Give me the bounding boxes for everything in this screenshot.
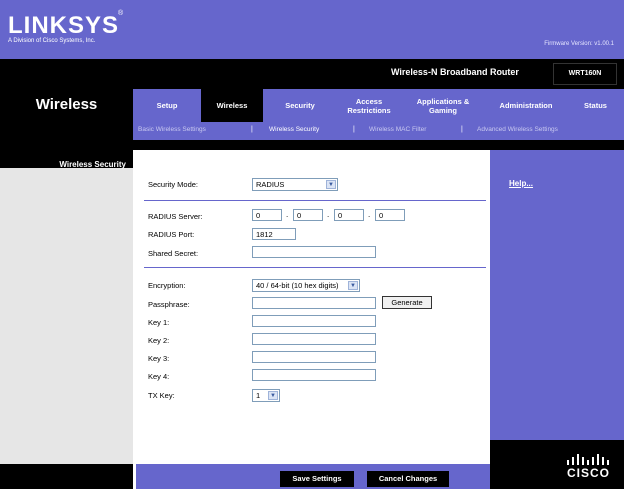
divider: [144, 267, 486, 268]
security-mode-label: Security Mode:: [148, 180, 199, 189]
security-mode-select[interactable]: RADIUS ▼: [252, 178, 338, 191]
passphrase-label: Passphrase:: [148, 300, 190, 309]
tab-label: Security: [285, 101, 315, 110]
radius-ip-octet-3[interactable]: 0: [334, 209, 364, 221]
logo-tagline: A Division of Cisco Systems, Inc.: [8, 38, 96, 44]
radius-port-input[interactable]: 1812: [252, 228, 296, 240]
tab-wireless[interactable]: Wireless: [201, 89, 263, 122]
subtab-separator: |: [461, 126, 463, 133]
subtab-wireless-security[interactable]: Wireless Security: [269, 126, 319, 133]
settings-form: Security Mode: RADIUS ▼ RADIUS Server: 0…: [136, 150, 490, 464]
radius-ip-octet-1[interactable]: 0: [252, 209, 282, 221]
left-panel: [0, 168, 133, 464]
security-mode-value: RADIUS: [256, 180, 285, 189]
sub-tabs: Basic Wireless Settings | Wireless Secur…: [133, 122, 624, 140]
radius-ip-octet-2[interactable]: 0: [293, 209, 323, 221]
radius-port-label: RADIUS Port:: [148, 230, 195, 239]
tab-label: Access Restrictions: [347, 96, 391, 115]
key1-input[interactable]: [252, 315, 376, 327]
firmware-version: Firmware Version: v1.00.1: [544, 41, 614, 47]
tab-access-restrictions[interactable]: Access Restrictions: [337, 89, 401, 122]
key4-input[interactable]: [252, 369, 376, 381]
section-title: Wireless Security: [59, 160, 126, 169]
cancel-changes-button[interactable]: Cancel Changes: [367, 471, 449, 487]
model-badge: WRT160N: [553, 63, 617, 85]
subtab-separator: |: [353, 126, 355, 133]
encryption-value: 40 / 64-bit (10 hex digits): [256, 281, 339, 290]
chevron-down-icon: ▼: [268, 391, 278, 400]
radius-ip-octet-4[interactable]: 0: [375, 209, 405, 221]
shared-secret-label: Shared Secret:: [148, 249, 199, 258]
tx-key-select[interactable]: 1 ▼: [252, 389, 280, 402]
cisco-logo: CISCO: [567, 466, 611, 480]
chevron-down-icon: ▼: [326, 180, 336, 189]
divider-band: [133, 140, 624, 150]
tab-security[interactable]: Security: [263, 89, 337, 122]
subtab-basic-wireless-settings[interactable]: Basic Wireless Settings: [138, 126, 206, 133]
help-link[interactable]: Help...: [509, 179, 533, 188]
passphrase-input[interactable]: [252, 297, 376, 309]
tab-setup[interactable]: Setup: [133, 89, 201, 122]
tab-administration[interactable]: Administration: [485, 89, 567, 122]
tab-label: Administration: [499, 101, 553, 110]
product-name: Wireless-N Broadband Router: [391, 67, 519, 77]
product-bar: [133, 59, 624, 89]
subtab-separator: |: [251, 126, 253, 133]
tab-applications-gaming[interactable]: Applications & Gaming: [401, 89, 485, 122]
tx-key-label: TX Key:: [148, 391, 175, 400]
tx-key-value: 1: [256, 391, 261, 400]
save-settings-button[interactable]: Save Settings: [280, 471, 354, 487]
divider: [144, 200, 486, 201]
encryption-label: Encryption:: [148, 281, 186, 290]
main-tabs: Setup Wireless Security Access Restricti…: [133, 89, 624, 122]
left-footer: [0, 464, 133, 489]
key3-input[interactable]: [252, 351, 376, 363]
ip-dot: .: [286, 210, 289, 219]
key2-input[interactable]: [252, 333, 376, 345]
encryption-select[interactable]: 40 / 64-bit (10 hex digits) ▼: [252, 279, 360, 292]
shared-secret-input[interactable]: [252, 246, 376, 258]
linksys-logo: LINKSYS: [8, 12, 120, 39]
generate-button[interactable]: Generate: [382, 296, 432, 309]
radius-server-label: RADIUS Server:: [148, 212, 203, 221]
tab-label: Applications & Gaming: [416, 96, 470, 115]
page-title: Wireless: [35, 96, 98, 113]
key3-label: Key 3:: [148, 354, 170, 363]
tab-label: Setup: [156, 101, 178, 110]
ip-dot: .: [368, 210, 371, 219]
subtab-advanced-wireless-settings[interactable]: Advanced Wireless Settings: [477, 126, 558, 133]
registered-mark: ®: [118, 10, 124, 17]
help-panel: [490, 150, 624, 464]
ip-dot: .: [327, 210, 330, 219]
key4-label: Key 4:: [148, 372, 170, 381]
key1-label: Key 1:: [148, 318, 170, 327]
key2-label: Key 2:: [148, 336, 170, 345]
tab-status[interactable]: Status: [567, 89, 624, 122]
chevron-down-icon: ▼: [348, 281, 358, 290]
tab-label: Status: [584, 101, 607, 110]
subtab-wireless-mac-filter[interactable]: Wireless MAC Filter: [369, 126, 426, 133]
tab-label: Wireless: [216, 101, 248, 110]
